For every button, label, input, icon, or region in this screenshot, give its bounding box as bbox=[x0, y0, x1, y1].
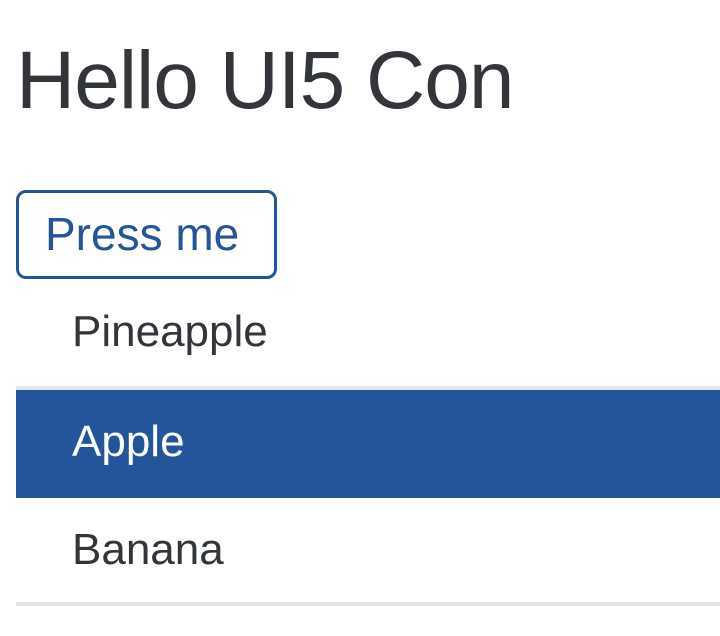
fruit-list: Pineapple Apple Banana bbox=[16, 280, 720, 606]
app-page: Hello UI5 Con Press me Pineapple Apple B… bbox=[0, 0, 720, 636]
press-me-button[interactable]: Press me bbox=[16, 190, 277, 279]
list-item-apple[interactable]: Apple bbox=[16, 390, 720, 498]
list-item-banana[interactable]: Banana bbox=[16, 498, 720, 606]
page-title: Hello UI5 Con bbox=[16, 35, 514, 126]
list-item-pineapple[interactable]: Pineapple bbox=[16, 280, 720, 390]
